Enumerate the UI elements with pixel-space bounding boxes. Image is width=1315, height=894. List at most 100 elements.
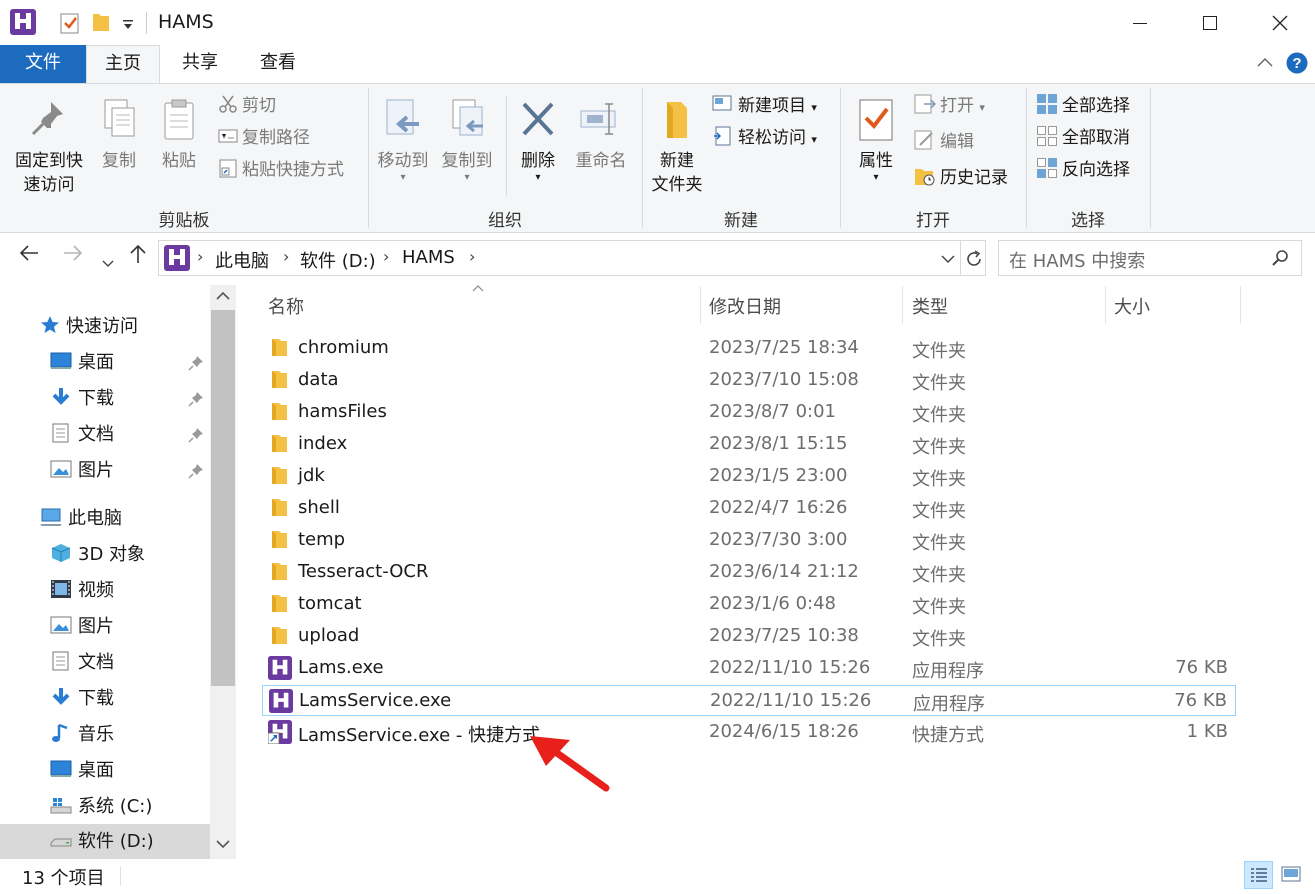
address-bar[interactable]: › 此电脑 › 软件 (D:) › HAMS ›: [158, 240, 986, 276]
history-button[interactable]: 历史记录: [914, 164, 1008, 192]
paste-shortcut-button[interactable]: 粘贴快捷方式: [218, 156, 344, 184]
column-separator[interactable]: [902, 286, 903, 324]
open-button[interactable]: 打开 ▾: [914, 92, 985, 120]
up-button[interactable]: [128, 243, 148, 270]
rename-button[interactable]: 重命名: [570, 98, 632, 173]
desktop-icon: [50, 352, 72, 369]
new-folder-qat-icon[interactable]: [92, 12, 110, 32]
nav-pictures[interactable]: 图片: [50, 610, 114, 644]
delete-button[interactable]: 删除 ▾: [512, 98, 564, 183]
column-header-date[interactable]: 修改日期: [709, 293, 781, 319]
collapse-ribbon-icon[interactable]: [1256, 55, 1274, 69]
file-row[interactable]: index 2023/8/1 15:15 文件夹: [262, 429, 1236, 460]
copy-button[interactable]: 复制: [94, 98, 144, 173]
edit-button[interactable]: 编辑: [914, 128, 974, 156]
qat-dropdown-icon[interactable]: [122, 19, 134, 31]
breadcrumb-drive-d[interactable]: 软件 (D:): [300, 247, 376, 273]
nav-quick-access[interactable]: 快速访问: [40, 310, 138, 344]
recent-locations-button[interactable]: [102, 250, 114, 274]
move-to-button[interactable]: 移动到 ▾: [372, 98, 434, 183]
file-row[interactable]: temp 2023/7/30 3:00 文件夹: [262, 525, 1236, 556]
select-none-button[interactable]: 全部取消: [1036, 124, 1130, 152]
nav-3d-objects[interactable]: 3D 对象: [50, 538, 145, 572]
back-button[interactable]: [18, 243, 40, 268]
nav-documents[interactable]: 文档: [50, 646, 114, 680]
nav-desktop[interactable]: 桌面: [50, 754, 114, 788]
invert-selection-button[interactable]: 反向选择: [1036, 156, 1130, 184]
scroll-down-icon[interactable]: [216, 839, 230, 849]
large-icons-view-button[interactable]: [1277, 861, 1306, 889]
select-all-button[interactable]: 全部选择: [1036, 92, 1130, 120]
tab-file[interactable]: 文件: [0, 45, 86, 83]
tab-home[interactable]: 主页: [86, 45, 160, 83]
breadcrumb-hams[interactable]: HAMS: [402, 247, 455, 268]
address-history-chevron-icon[interactable]: [941, 253, 955, 265]
column-separator[interactable]: [1240, 286, 1241, 324]
search-icon[interactable]: [1271, 249, 1289, 267]
hams-logo-icon[interactable]: [10, 9, 36, 35]
scroll-up-icon[interactable]: [216, 291, 230, 301]
nav-drive-d[interactable]: 软件 (D:): [50, 825, 154, 859]
column-header-type[interactable]: 类型: [912, 293, 948, 319]
nav-drive-c[interactable]: 系统 (C:): [50, 790, 152, 824]
search-box[interactable]: 在 HAMS 中搜索: [998, 240, 1302, 276]
pinned-icon[interactable]: [188, 391, 204, 407]
help-icon[interactable]: ?: [1286, 52, 1308, 74]
file-row[interactable]: jdk 2023/1/5 23:00 文件夹: [262, 461, 1236, 492]
file-row[interactable]: Tesseract-OCR 2023/6/14 21:12 文件夹: [262, 557, 1236, 588]
nav-quick-desktop[interactable]: 桌面: [50, 346, 114, 380]
nav-quick-documents[interactable]: 文档: [50, 418, 114, 452]
file-row[interactable]: hamsFiles 2023/8/7 0:01 文件夹: [262, 397, 1236, 428]
pinned-icon[interactable]: [188, 355, 204, 371]
file-row[interactable]: LamsService.exe 2022/11/10 15:26 应用程序 76 KB: [262, 685, 1236, 716]
easy-access-button[interactable]: 轻松访问 ▾: [712, 124, 817, 152]
copy-to-button[interactable]: 复制到 ▾: [436, 98, 498, 183]
refresh-icon[interactable]: [964, 249, 984, 269]
pinned-icon[interactable]: [188, 427, 204, 443]
breadcrumb-this-pc[interactable]: 此电脑: [215, 247, 269, 273]
file-row[interactable]: data 2023/7/10 15:08 文件夹: [262, 365, 1236, 396]
forward-button[interactable]: [62, 243, 84, 268]
file-row[interactable]: upload 2023/7/25 10:38 文件夹: [262, 621, 1236, 652]
nav-music[interactable]: 音乐: [50, 718, 114, 752]
new-folder-button[interactable]: 新建 文件夹: [646, 98, 708, 197]
nav-this-pc[interactable]: 此电脑: [40, 502, 122, 536]
nav-quick-pictures[interactable]: 图片: [50, 454, 114, 488]
file-row[interactable]: chromium 2023/7/25 18:34 文件夹: [262, 333, 1236, 364]
file-name: Tesseract-OCR: [298, 561, 429, 582]
invert-selection-icon: [1037, 158, 1057, 178]
pinned-icon[interactable]: [188, 463, 204, 479]
close-button[interactable]: [1245, 0, 1315, 45]
properties-button[interactable]: 属性 ▾: [848, 98, 904, 183]
file-row[interactable]: tomcat 2023/1/6 0:48 文件夹: [262, 589, 1236, 620]
column-separator[interactable]: [1105, 286, 1106, 324]
nav-videos[interactable]: 视频: [50, 574, 114, 608]
properties-check-icon[interactable]: [60, 12, 80, 34]
sort-ascending-icon: [472, 285, 484, 292]
folder-icon: [272, 339, 287, 356]
file-row[interactable]: LamsService.exe - 快捷方式 2024/6/15 18:26 快捷方…: [262, 717, 1236, 748]
tab-view[interactable]: 查看: [242, 45, 314, 83]
rename-icon: [580, 103, 616, 135]
file-size: 76 KB: [1175, 657, 1228, 678]
column-header-size[interactable]: 大小: [1114, 293, 1150, 319]
paste-button[interactable]: 粘贴: [154, 98, 204, 173]
maximize-button[interactable]: [1175, 0, 1245, 45]
pin-quick-access-button[interactable]: 固定到快 速访问: [8, 98, 90, 197]
nav-scroll-thumb[interactable]: [211, 310, 235, 686]
file-type: 文件夹: [912, 469, 966, 490]
file-row[interactable]: Lams.exe 2022/11/10 15:26 应用程序 76 KB: [262, 653, 1236, 684]
desktop-icon: [50, 760, 72, 777]
nav-downloads[interactable]: 下载: [50, 682, 114, 716]
new-item-button[interactable]: 新建项目 ▾: [712, 92, 817, 120]
copy-path-button[interactable]: 复制路径: [218, 124, 310, 152]
details-view-button[interactable]: [1244, 861, 1273, 889]
cut-button[interactable]: 剪切: [218, 92, 276, 120]
column-header-name[interactable]: 名称: [268, 293, 304, 319]
file-row[interactable]: shell 2022/4/7 16:26 文件夹: [262, 493, 1236, 524]
nav-quick-downloads[interactable]: 下载: [50, 382, 114, 416]
navigation-pane: 快速访问 桌面 下载 文档 图片 此电脑 3D 对象 视频 图片 文档 下载 音…: [0, 285, 236, 859]
column-separator[interactable]: [700, 286, 701, 324]
tab-share[interactable]: 共享: [164, 45, 236, 83]
minimize-button[interactable]: [1105, 0, 1175, 45]
